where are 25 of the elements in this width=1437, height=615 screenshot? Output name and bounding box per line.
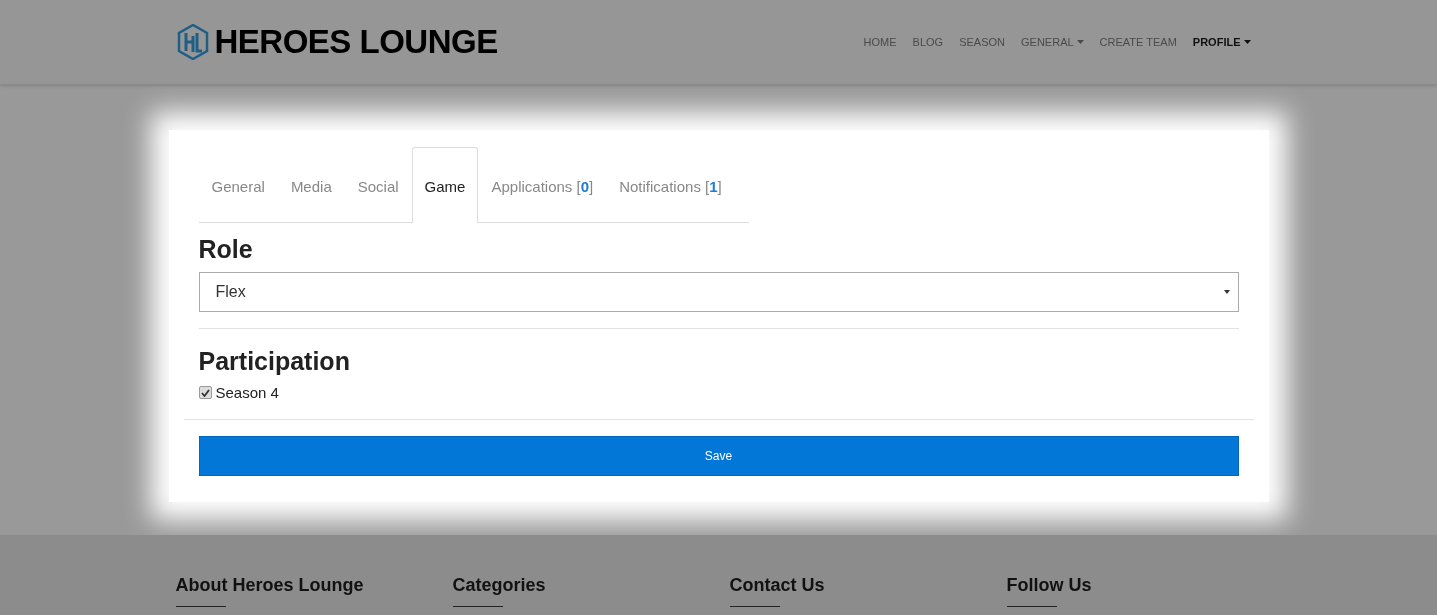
nav-link[interactable]: BLOG [904,36,952,48]
role-dropdown[interactable]: Flex [198,272,1239,312]
footer-heading: Follow Us [1006,575,1092,596]
section-heading: Participation [198,347,351,376]
checkbox-label: Season 4 [215,384,279,401]
hexagon-logo-icon [176,24,209,60]
footer-heading: Contact Us [729,575,825,596]
nav-link[interactable]: SEASON [951,36,1014,48]
nav-link[interactable]: GENERAL [1013,36,1092,48]
save-button[interactable]: Save [198,436,1239,476]
checkbox[interactable] [198,386,212,399]
footer-heading: About Heroes Lounge [175,575,364,596]
nav-link[interactable]: PROFILE [1184,36,1259,48]
logo-text: HEROES LOUNGE [214,23,498,61]
nav-link[interactable]: CREATE TEAM [1091,36,1185,48]
tab[interactable]: Media [277,147,345,223]
tab[interactable]: General [198,147,278,223]
tab[interactable]: Applications [0] [478,147,607,223]
nav-link[interactable]: HOME [855,36,905,48]
tab[interactable]: Game [411,147,479,223]
footer-heading: Categories [452,575,546,596]
section-heading: Role [198,235,254,264]
tab[interactable]: Social [344,147,412,223]
tab[interactable]: Notifications [1] [606,147,735,223]
caret-icon [1223,290,1230,294]
